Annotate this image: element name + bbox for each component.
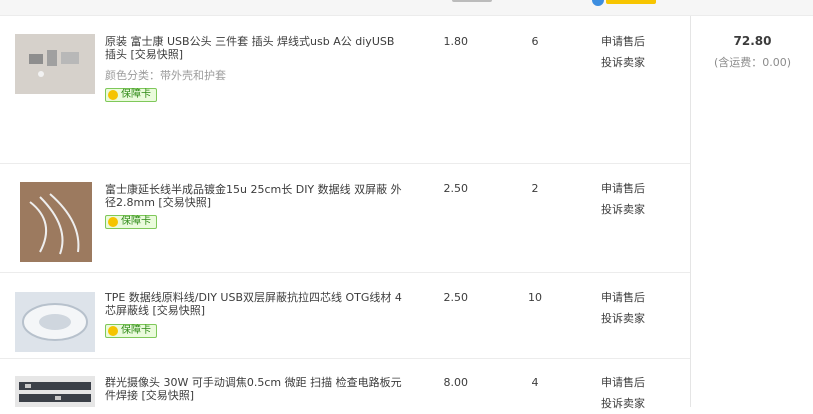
item-actions: 申请售后 投诉卖家 [601, 287, 645, 329]
product-thumbnail[interactable] [15, 34, 95, 94]
product-thumbnail[interactable] [15, 292, 95, 352]
complain-seller-link[interactable]: 投诉卖家 [601, 52, 645, 73]
guarantee-icon [108, 217, 118, 227]
product-title-link[interactable]: 群光摄像头 30W 可手动调焦0.5cm 微距 扫描 检查电路板元件焊接 [交易… [105, 376, 405, 402]
order-total-column: 72.80 (含运费：0.00) [690, 16, 813, 407]
header-fragment [452, 0, 492, 2]
product-thumbnail[interactable] [15, 376, 95, 407]
order-item-row: TPE 数据线原料线/DIY USB双层屏蔽抗拉四芯线 OTG线材 4芯屏蔽线 … [0, 273, 690, 358]
complain-seller-link[interactable]: 投诉卖家 [601, 393, 645, 414]
unit-price: 2.50 [443, 291, 469, 304]
product-title-link[interactable]: 富士康延长线半成品镀金15u 25cm长 DIY 数据线 双屏蔽 外径2.8mm… [105, 183, 405, 209]
item-actions: 申请售后 投诉卖家 [601, 31, 645, 73]
request-after-sale-link[interactable]: 申请售后 [601, 287, 645, 308]
item-actions: 申请售后 投诉卖家 [601, 372, 645, 414]
table-header-band [0, 0, 813, 16]
quantity: 6 [531, 35, 539, 48]
unit-price: 1.80 [443, 35, 469, 48]
quantity: 2 [531, 182, 539, 195]
guarantee-icon [108, 326, 118, 336]
order-item-row: 原装 富士康 USB公头 三件套 插头 焊线式usb A公 diyUSB插头 [… [0, 16, 690, 163]
request-after-sale-link[interactable]: 申请售后 [601, 31, 645, 52]
order-item-row: 富士康延长线半成品镀金15u 25cm长 DIY 数据线 双屏蔽 外径2.8mm… [0, 164, 690, 272]
item-actions: 申请售后 投诉卖家 [601, 178, 645, 220]
product-title-link[interactable]: 原装 富士康 USB公头 三件套 插头 焊线式usb A公 diyUSB插头 [… [105, 35, 405, 61]
guarantee-card-badge[interactable]: 保障卡 [105, 324, 157, 338]
quantity: 4 [531, 376, 539, 389]
unit-price: 8.00 [443, 376, 469, 389]
guarantee-icon [108, 90, 118, 100]
guarantee-label: 保障卡 [121, 325, 151, 336]
status-badge [606, 0, 656, 4]
complain-seller-link[interactable]: 投诉卖家 [601, 308, 645, 329]
request-after-sale-link[interactable]: 申请售后 [601, 178, 645, 199]
order-item-row: 群光摄像头 30W 可手动调焦0.5cm 微距 扫描 检查电路板元件焊接 [交易… [0, 359, 690, 410]
quantity: 10 [528, 291, 542, 304]
complain-seller-link[interactable]: 投诉卖家 [601, 199, 645, 220]
guarantee-card-badge[interactable]: 保障卡 [105, 88, 157, 102]
guarantee-label: 保障卡 [121, 216, 151, 227]
product-title-link[interactable]: TPE 数据线原料线/DIY USB双层屏蔽抗拉四芯线 OTG线材 4芯屏蔽线 … [105, 291, 405, 317]
product-sku: 颜色分类：带外壳和护套 [105, 69, 226, 82]
shipping-fee: (含运费：0.00) [713, 56, 792, 69]
guarantee-card-badge[interactable]: 保障卡 [105, 215, 157, 229]
order-total: 72.80 [733, 34, 772, 48]
info-icon [592, 0, 604, 6]
request-after-sale-link[interactable]: 申请售后 [601, 372, 645, 393]
unit-price: 2.50 [443, 182, 469, 195]
product-thumbnail[interactable] [20, 182, 92, 262]
guarantee-label: 保障卡 [121, 89, 151, 100]
